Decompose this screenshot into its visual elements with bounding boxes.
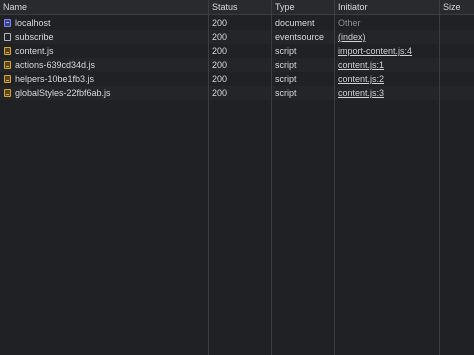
request-name[interactable]: subscribe: [15, 30, 205, 44]
table-row[interactable]: localhost 200 document Other: [0, 16, 474, 30]
column-header-type[interactable]: Type: [275, 0, 333, 15]
request-name[interactable]: globalStyles-22fbf6ab.js: [15, 86, 205, 100]
request-name[interactable]: helpers-10be1fb3.js: [15, 72, 205, 86]
table-row[interactable]: actions-639cd34d.js 200 script content.j…: [0, 58, 474, 72]
script-icon: [4, 75, 11, 83]
request-name[interactable]: content.js: [15, 44, 205, 58]
table-row[interactable]: subscribe 200 eventsource (index): [0, 30, 474, 44]
request-status: 200: [212, 32, 228, 42]
request-name[interactable]: actions-639cd34d.js: [15, 58, 205, 72]
request-list: localhost 200 document Other subscribe 2…: [0, 16, 474, 100]
script-icon: [4, 47, 11, 55]
network-panel: Name Status Type Initiator Size localhos…: [0, 0, 474, 355]
request-status: 200: [212, 60, 228, 70]
table-row[interactable]: content.js 200 script import-content.js:…: [0, 44, 474, 58]
table-row[interactable]: helpers-10be1fb3.js 200 script content.j…: [0, 72, 474, 86]
request-status: 200: [212, 88, 228, 98]
column-header-size[interactable]: Size: [443, 0, 473, 15]
request-name[interactable]: localhost: [15, 16, 205, 30]
request-initiator-link[interactable]: (index): [338, 30, 438, 44]
request-type: script: [275, 74, 297, 84]
request-initiator-link[interactable]: content.js:2: [338, 72, 438, 86]
request-type: document: [275, 18, 315, 28]
request-initiator-link[interactable]: content.js:1: [338, 58, 438, 72]
request-status: 200: [212, 46, 228, 56]
eventsource-icon: [4, 33, 11, 41]
request-type: script: [275, 60, 297, 70]
column-header-initiator[interactable]: Initiator: [338, 0, 438, 15]
request-type: eventsource: [275, 32, 325, 42]
request-type: script: [275, 88, 297, 98]
column-header-name[interactable]: Name: [3, 0, 203, 15]
script-icon: [4, 89, 11, 97]
request-initiator: Other: [338, 18, 361, 28]
script-icon: [4, 61, 11, 69]
document-icon: [4, 19, 11, 27]
request-status: 200: [212, 18, 228, 28]
table-header: Name Status Type Initiator Size: [0, 0, 474, 15]
request-status: 200: [212, 74, 228, 84]
request-type: script: [275, 46, 297, 56]
request-initiator-link[interactable]: content.js:3: [338, 86, 438, 100]
table-row[interactable]: globalStyles-22fbf6ab.js 200 script cont…: [0, 86, 474, 100]
column-header-status[interactable]: Status: [212, 0, 270, 15]
request-initiator-link[interactable]: import-content.js:4: [338, 44, 438, 58]
